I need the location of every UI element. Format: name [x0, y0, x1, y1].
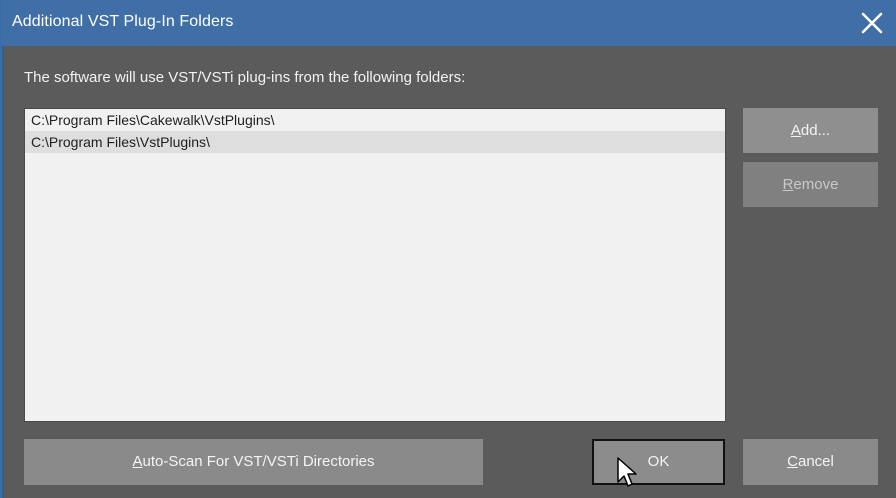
folder-list[interactable]: C:\Program Files\Cakewalk\VstPlugins\ C:…: [24, 108, 726, 422]
window-edge: [2, 46, 4, 498]
remove-label: emove: [793, 176, 839, 193]
ok-label: OK: [647, 453, 670, 470]
remove-mnemonic: R: [782, 176, 794, 193]
window-title: Additional VST Plug-In Folders: [12, 13, 234, 30]
cancel-label: ancel: [797, 453, 834, 470]
list-item[interactable]: C:\Program Files\Cakewalk\VstPlugins\: [25, 109, 725, 131]
auto-scan-label: uto-Scan For VST/VSTi Directories: [142, 453, 375, 470]
add-button[interactable]: Add...: [743, 108, 878, 153]
ok-button[interactable]: OK: [592, 439, 725, 485]
remove-button[interactable]: Remove: [743, 162, 878, 207]
auto-scan-mnemonic: A: [132, 453, 143, 470]
add-label: dd...: [800, 122, 831, 139]
list-item[interactable]: C:\Program Files\VstPlugins\: [25, 131, 725, 153]
dialog-window: Additional VST Plug-In Folders The softw…: [0, 0, 896, 498]
description-label: The software will use VST/VSTi plug-ins …: [24, 69, 466, 86]
cancel-mnemonic: C: [787, 453, 798, 470]
cancel-button[interactable]: Cancel: [743, 439, 878, 485]
add-mnemonic: A: [790, 122, 801, 139]
title-bar[interactable]: Additional VST Plug-In Folders: [2, 0, 896, 46]
close-button[interactable]: [858, 9, 886, 37]
close-icon: [858, 9, 886, 37]
auto-scan-button[interactable]: Auto-Scan For VST/VSTi Directories: [24, 439, 483, 485]
